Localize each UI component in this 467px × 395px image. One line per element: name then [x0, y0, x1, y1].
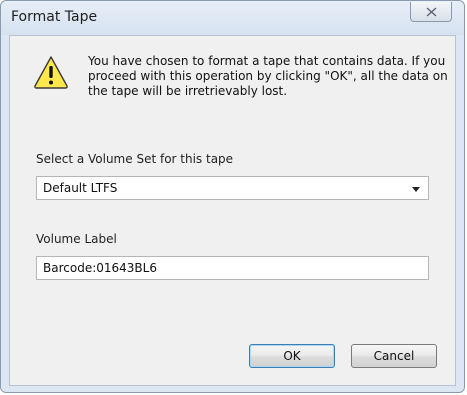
warning-message: You have chosen to format a tape that co… — [88, 54, 448, 98]
chevron-down-icon[interactable] — [412, 187, 420, 192]
volume-label-input[interactable]: Barcode:01643BL6 — [36, 256, 429, 280]
warning-icon — [34, 56, 68, 89]
ok-button[interactable]: OK — [249, 344, 335, 368]
format-tape-dialog: Format Tape You have chosen to format a … — [0, 0, 465, 393]
volume-set-selected-value: Default LTFS — [43, 181, 118, 195]
window-title: Format Tape — [11, 9, 98, 25]
volume-set-dropdown[interactable]: Default LTFS — [36, 176, 429, 200]
close-button[interactable] — [410, 2, 452, 22]
close-icon — [426, 7, 437, 17]
dialog-body: You have chosen to format a tape that co… — [9, 35, 456, 386]
title-bar[interactable]: Format Tape — [1, 1, 464, 35]
cancel-button[interactable]: Cancel — [351, 344, 437, 368]
volume-set-label: Select a Volume Set for this tape — [36, 152, 234, 166]
volume-label-label: Volume Label — [36, 232, 117, 246]
